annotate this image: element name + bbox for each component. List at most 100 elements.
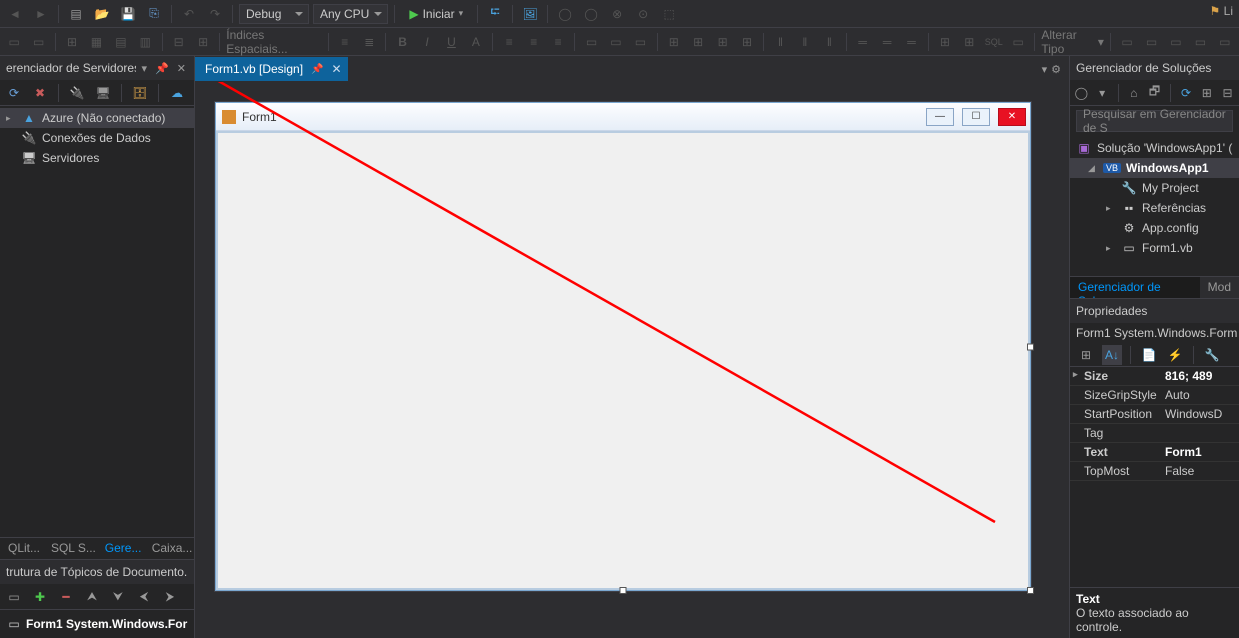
tree-form1[interactable]: ▸ ▭ Form1.vb [1070,238,1239,258]
gear-icon[interactable]: ⚙ [1049,63,1063,76]
t2-h1: ▭ [1117,31,1137,53]
expand-icon[interactable]: ◢ [1088,163,1098,174]
home-icon[interactable]: ⌂ [1126,83,1141,103]
form-icon [222,110,236,124]
save-icon[interactable]: 💾 [117,3,139,25]
out-add-icon[interactable]: ✚ [30,587,50,607]
tab-sqlite[interactable]: QLit... [0,538,43,559]
expand-icon[interactable]: ▸ [1106,203,1116,214]
tab-solution-explorer[interactable]: Gerenciador de Solu... [1070,277,1200,298]
properties-object[interactable]: Form1 System.Windows.Form [1070,323,1239,343]
sol-fwd-icon[interactable]: ▾ [1095,83,1110,103]
prop-row-text[interactable]: Text Form1 [1070,443,1239,462]
sol-sync-icon[interactable]: 🗗 [1147,83,1162,103]
form-client-area[interactable] [216,131,1030,590]
connect-icon[interactable]: ⟳ [4,83,24,103]
t2-d1: ‖ [770,31,790,53]
refresh-icon[interactable]: ⟳ [1179,83,1194,103]
t2-b3: ▭ [630,31,650,53]
t2-b1: ▭ [581,31,601,53]
out-del-icon[interactable]: ━ [56,587,76,607]
minimize-button[interactable]: — [926,108,954,126]
add-server-icon[interactable]: 🖥 [93,83,113,103]
plug-icon: 🔌 [21,131,37,145]
tree-references[interactable]: ▸ ▪▪ Referências [1070,198,1239,218]
outline-row-form1[interactable]: ▭ Form1 System.Windows.For [6,614,188,634]
form-window[interactable]: Form1 — ☐ ✕ [215,102,1031,591]
t2-spatial: Índices Espaciais... [226,31,321,53]
resize-handle-e[interactable] [1027,343,1034,350]
t2-c1: ⊞ [664,31,684,53]
expand-icon[interactable]: ▸ [6,113,16,124]
pin-icon[interactable]: 📌 [311,64,323,75]
new-project-icon[interactable]: ▤ [65,3,87,25]
platform-combo[interactable]: Any CPU [313,4,388,24]
align-center-icon: ≡ [524,31,544,53]
document-outline-toolbar: ▭ ✚ ━ ⮝ ⮟ ⮜ ⮞ [0,584,194,610]
close-icon[interactable]: ✕ [175,62,188,75]
sol-back-icon[interactable]: ◯ [1074,83,1089,103]
tb-icon-c: ⊗ [606,3,628,25]
wrench-icon: 🔧 [1121,181,1137,195]
add-conn-icon[interactable]: 🔌 [67,83,87,103]
tree-item-servers[interactable]: 🖥 Servidores [0,148,194,168]
solution-explorer-header: Gerenciador de Soluções [1070,56,1239,80]
stop-icon[interactable]: ✖ [30,83,50,103]
tab-sqls[interactable]: SQL S... [43,538,97,559]
properties-title: Propriedades [1076,304,1233,318]
doc-tab-form1[interactable]: Form1.vb [Design] 📌 ✕ [195,57,348,81]
bold-icon: B [392,31,412,53]
tab-caixa[interactable]: Caixa... [144,538,194,559]
tb-icon-e: ⬚ [658,3,680,25]
db-icon[interactable]: 🗄 [130,83,150,103]
prop-row-tag[interactable]: Tag [1070,424,1239,443]
main-toolbar-1: ◄ ► ▤ 📂 💾 ⎘ ↶ ↷ Debug Any CPU ▶ Iniciar … [0,0,1239,28]
browser-icon[interactable]: ⮓ [484,3,506,25]
tree-solution[interactable]: ▣ Solução 'WindowsApp1' ( [1070,138,1239,158]
tree-item-azure[interactable]: ▸ ▲ Azure (Não conectado) [0,108,194,128]
configuration-combo[interactable]: Debug [239,4,309,24]
document-outline-panel: trutura de Tópicos de Documento... ▭ ✚ ━… [0,559,194,638]
t2-h5: ▭ [1215,31,1235,53]
prop-row-startposition[interactable]: StartPosition WindowsD [1070,405,1239,424]
tree-appconfig[interactable]: ⚙ App.config [1070,218,1239,238]
tree-item-data-connections[interactable]: 🔌 Conexões de Dados [0,128,194,148]
save-all-icon[interactable]: ⎘ [143,3,165,25]
events-icon[interactable]: ⚡ [1165,345,1185,365]
open-icon[interactable]: 📂 [91,3,113,25]
t2-c2: ⊞ [688,31,708,53]
start-debug-button[interactable]: ▶ Iniciar ▾ [401,3,471,25]
tree-project[interactable]: ◢ VB WindowsApp1 [1070,158,1239,178]
maximize-button[interactable]: ☐ [962,108,990,126]
show-all-icon[interactable]: ⊞ [1199,83,1214,103]
prop-row-topmost[interactable]: TopMost False [1070,462,1239,481]
align-left-icon: ≡ [499,31,519,53]
prop-row-size[interactable]: Size 816; 489 [1070,367,1239,386]
resize-handle-s[interactable] [620,587,627,594]
form-designer[interactable]: Form1 — ☐ ✕ [195,82,1069,638]
doc-dropdown-icon[interactable]: ▾ [1040,63,1050,76]
t2-5: ▤ [111,31,131,53]
change-type-combo: Alterar Tipo ▾ [1041,31,1104,53]
alpha-sort-icon[interactable]: A↓ [1102,345,1122,365]
image-icon[interactable]: 🖼 [519,3,541,25]
dropdown-icon[interactable]: ▾ [140,62,150,75]
props-page-icon[interactable]: 📄 [1139,345,1159,365]
close-button[interactable]: ✕ [998,108,1026,126]
collapse-icon[interactable]: ⊟ [1220,83,1235,103]
expand-icon[interactable]: ▸ [1106,243,1116,254]
pin-icon[interactable]: 📌 [153,62,171,75]
prop-row-sizegrip[interactable]: SizeGripStyle Auto [1070,386,1239,405]
categorized-icon[interactable]: ⊞ [1076,345,1096,365]
azure-icon[interactable]: ☁ [167,83,187,103]
close-icon[interactable]: ✕ [332,62,342,76]
account-label[interactable]: ⚑ Li [1210,4,1233,18]
server-icon: 🖥 [21,151,37,165]
t2-align2: ≣ [359,31,379,53]
solution-search-input[interactable]: Pesquisar em Gerenciador de S [1076,110,1233,132]
tree-myproject[interactable]: 🔧 My Project [1070,178,1239,198]
tab-mode[interactable]: Mod [1200,277,1239,298]
resize-handle-se[interactable] [1027,587,1034,594]
tab-gerenciador[interactable]: Gere... [97,538,144,559]
nav-back-icon: ◄ [4,3,26,25]
